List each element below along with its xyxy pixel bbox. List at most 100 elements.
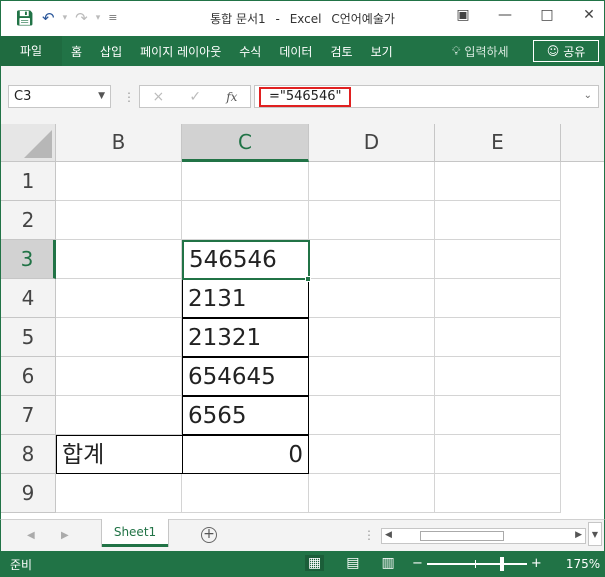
minimize-icon[interactable]: —: [496, 7, 514, 23]
cell-d7[interactable]: [309, 396, 435, 435]
cell-e6[interactable]: [435, 357, 561, 396]
splitter-grip-icon[interactable]: ⋮: [363, 528, 375, 542]
cell-d5[interactable]: [309, 318, 435, 357]
cell-e1[interactable]: [435, 162, 561, 201]
tab-page-layout[interactable]: 페이지 레이아웃: [131, 43, 230, 60]
column-header-f[interactable]: [561, 124, 604, 162]
row-header-1[interactable]: 1: [1, 162, 56, 201]
formula-bar-grip-icon: ⋮: [123, 90, 135, 104]
cell-e8[interactable]: [435, 435, 561, 474]
ribbon-tab-list: 홈 삽입 페이지 레이아웃 수식 데이터 검토 보기: [62, 36, 402, 66]
column-header-d[interactable]: D: [309, 124, 435, 162]
cell-c4[interactable]: 2131: [182, 279, 309, 318]
cell-e2[interactable]: [435, 201, 561, 240]
horizontal-scrollbar[interactable]: ◀ ▶: [381, 528, 586, 544]
person-icon: ☺: [546, 44, 560, 58]
column-header-b[interactable]: B: [56, 124, 182, 162]
scroll-left-icon[interactable]: ◀: [27, 530, 35, 541]
row-header-2[interactable]: 2: [1, 201, 56, 240]
tab-data[interactable]: 데이터: [270, 43, 321, 60]
cell-d4[interactable]: [309, 279, 435, 318]
document-name: 통합 문서1: [210, 12, 266, 26]
cancel-icon[interactable]: ×: [153, 89, 165, 105]
cell-b5[interactable]: [56, 318, 182, 357]
cell-c9[interactable]: [182, 474, 309, 513]
cell-d9[interactable]: [309, 474, 435, 513]
cell-b7[interactable]: [56, 396, 182, 435]
tab-view[interactable]: 보기: [362, 43, 402, 60]
cell-b8[interactable]: 합계: [56, 435, 183, 474]
cell-c5[interactable]: 21321: [182, 318, 309, 357]
cell-c7[interactable]: 6565: [182, 396, 309, 435]
view-buttons: ▦ ▤ ▥: [305, 555, 395, 571]
select-all-corner[interactable]: [1, 124, 56, 162]
row-header-6[interactable]: 6: [1, 357, 56, 396]
scroll-left-arrow-icon[interactable]: ◀: [385, 530, 392, 540]
fill-handle[interactable]: [305, 276, 311, 282]
tab-insert[interactable]: 삽입: [91, 43, 131, 60]
column-header-c[interactable]: C: [182, 124, 309, 162]
row-header-5[interactable]: 5: [1, 318, 56, 357]
cell-c3[interactable]: 546546: [182, 240, 310, 280]
formula-input[interactable]: ="546546" ⌄: [254, 85, 599, 108]
cell-b4[interactable]: [56, 279, 182, 318]
cell-b6[interactable]: [56, 357, 182, 396]
page-break-view-icon[interactable]: ▥: [381, 555, 394, 571]
row-header-9[interactable]: 9: [1, 474, 56, 513]
cell-e7[interactable]: [435, 396, 561, 435]
row-header-3[interactable]: 3: [1, 240, 56, 279]
scrollbar-thumb[interactable]: [420, 531, 504, 541]
cell-e5[interactable]: [435, 318, 561, 357]
scroll-down-arrow-icon[interactable]: ▼: [588, 522, 602, 546]
tab-review[interactable]: 검토: [321, 43, 361, 60]
cell-d6[interactable]: [309, 357, 435, 396]
sheet-tab-bar: ◀ ▶ Sheet1 + ⋮ ◀ ▶ ▼: [0, 519, 605, 551]
share-label: 공유: [563, 44, 586, 59]
tell-me-search[interactable]: 💡︎ 입력하세: [452, 43, 509, 60]
normal-view-icon[interactable]: ▦: [305, 555, 325, 571]
zoom-out-button[interactable]: −: [412, 556, 423, 571]
cell-b9[interactable]: [56, 474, 182, 513]
zoom-percent[interactable]: 175%: [566, 557, 600, 571]
tab-file[interactable]: 파일: [0, 36, 62, 66]
column-header-e[interactable]: E: [435, 124, 561, 162]
row-header-8[interactable]: 8: [1, 435, 56, 474]
cell-c8[interactable]: 0: [182, 435, 309, 474]
zoom-in-button[interactable]: +: [531, 556, 542, 571]
zoom-slider[interactable]: [426, 556, 527, 571]
scroll-right-icon[interactable]: ▶: [61, 530, 69, 541]
cell-c2[interactable]: [182, 201, 309, 240]
page-layout-view-icon[interactable]: ▤: [346, 555, 359, 571]
cell-d2[interactable]: [309, 201, 435, 240]
cell-b1[interactable]: [56, 162, 182, 201]
scroll-right-arrow-icon[interactable]: ▶: [575, 530, 582, 540]
cell-d8[interactable]: [309, 435, 435, 474]
cell-d3[interactable]: [309, 240, 435, 279]
worksheet-grid: B C D E 1 2 3 4 5 6 7 8 9 2131 21321 654…: [0, 124, 605, 519]
zoom-slider-knob[interactable]: [499, 556, 504, 571]
expand-formula-icon[interactable]: ⌄: [584, 90, 592, 101]
tab-sheet1[interactable]: Sheet1: [102, 519, 168, 547]
cell-e3[interactable]: [435, 240, 561, 279]
row-header-4[interactable]: 4: [1, 279, 56, 318]
cell-b3[interactable]: [56, 240, 182, 279]
tab-home[interactable]: 홈: [62, 43, 91, 60]
maximize-icon[interactable]: □: [538, 7, 556, 23]
cell-c1[interactable]: [182, 162, 309, 201]
close-icon[interactable]: ✕: [580, 7, 598, 23]
tab-formulas[interactable]: 수식: [230, 43, 270, 60]
chevron-down-icon[interactable]: ▼: [98, 86, 105, 107]
insert-function-icon[interactable]: fx: [226, 90, 237, 104]
name-box[interactable]: C3 ▼: [8, 85, 111, 108]
cell-d1[interactable]: [309, 162, 435, 201]
enter-icon[interactable]: ✓: [189, 89, 201, 105]
share-button[interactable]: ☺ 공유: [533, 40, 599, 62]
cell-c6[interactable]: 654645: [182, 357, 309, 396]
cell-e9[interactable]: [435, 474, 561, 513]
ribbon-display-icon[interactable]: ▣: [454, 7, 472, 23]
row-header-7[interactable]: 7: [1, 396, 56, 435]
window-controls: ▣ — □ ✕: [454, 7, 598, 23]
cell-e4[interactable]: [435, 279, 561, 318]
cell-b2[interactable]: [56, 201, 182, 240]
add-sheet-button[interactable]: +: [201, 527, 217, 543]
